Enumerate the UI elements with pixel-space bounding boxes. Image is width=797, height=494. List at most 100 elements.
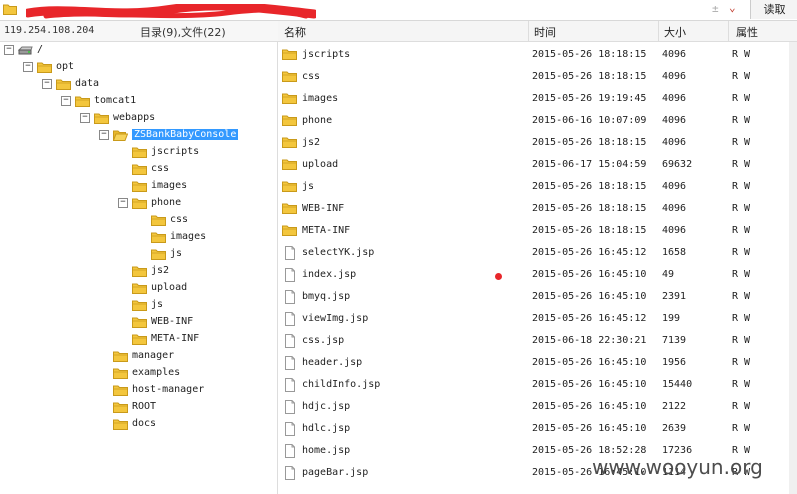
tree-node-label: examples (132, 367, 181, 378)
tree-toggle[interactable]: − (99, 130, 109, 140)
tree-node[interactable]: − webapps (0, 110, 277, 127)
file-row[interactable]: WEB-INF 2015-05-26 18:18:15 4096 R W (278, 198, 797, 220)
file-time: 2015-05-26 16:45:12 (532, 313, 647, 324)
file-name: index.jsp (302, 269, 357, 280)
file-size: 4096 (662, 93, 687, 104)
folder-icon (56, 78, 71, 90)
tree-node[interactable]: css (0, 212, 277, 229)
file-size: 1956 (662, 357, 687, 368)
file-name: images (302, 93, 339, 104)
file-row[interactable]: css.jsp 2015-06-18 22:30:21 7139 R W (278, 330, 797, 352)
file-list[interactable]: 名称 时间 大小 属性 jscripts 2015-05-26 18:18:15 4… (278, 21, 797, 494)
file-row[interactable]: childInfo.jsp 2015-05-26 16:45:10 15440 R W (278, 374, 797, 396)
file-name: js (302, 181, 315, 192)
file-row[interactable]: images 2015-05-26 19:19:45 4096 R W (278, 88, 797, 110)
tree-toggle[interactable]: − (80, 113, 90, 123)
file-name: phone (302, 115, 333, 126)
vertical-scrollbar[interactable] (789, 42, 797, 494)
file-row[interactable]: bmyq.jsp 2015-05-26 16:45:10 2391 R W (278, 286, 797, 308)
column-name[interactable]: 名称 (284, 24, 306, 40)
file-row[interactable]: hdlc.jsp 2015-05-26 16:45:10 2639 R W (278, 418, 797, 440)
file-row[interactable]: js 2015-05-26 18:18:15 4096 R W (278, 176, 797, 198)
plus-minus-icon[interactable]: ± (712, 2, 719, 15)
column-attr[interactable]: 属性 (736, 24, 758, 40)
tree-node[interactable]: WEB-INF (0, 314, 277, 331)
tree-toggle[interactable]: − (4, 45, 14, 55)
file-attr: R W (732, 137, 751, 148)
tree-toggle[interactable]: − (61, 96, 71, 106)
tree-node[interactable]: − phone (0, 195, 277, 212)
file-attr: R W (732, 225, 751, 236)
tree-node-label: js (170, 248, 183, 259)
file-row[interactable]: viewImg.jsp 2015-05-26 16:45:12 199 R W (278, 308, 797, 330)
file-time: 2015-06-18 22:30:21 (532, 335, 647, 346)
tree-node[interactable]: examples (0, 365, 277, 382)
tree-node[interactable]: js (0, 297, 277, 314)
tree-node[interactable]: host-manager (0, 382, 277, 399)
folder-open-icon (113, 129, 128, 141)
file-row[interactable]: selectYK.jsp 2015-05-26 16:45:12 1658 R W (278, 242, 797, 264)
file-row[interactable]: jscripts 2015-05-26 18:18:15 4096 R W (278, 44, 797, 66)
watermark: www.wooyun.org (592, 455, 763, 479)
tree-node[interactable]: − tomcat1 (0, 93, 277, 110)
file-attr: R W (732, 291, 751, 302)
file-attr: R W (732, 93, 751, 104)
tree-node-label: ROOT (132, 401, 157, 412)
file-size: 15440 (662, 379, 693, 390)
tree-node-label: host-manager (132, 384, 205, 395)
tree-node[interactable]: manager (0, 348, 277, 365)
tree-node[interactable]: jscripts (0, 144, 277, 161)
folder-icon (282, 136, 298, 150)
directory-tree[interactable]: − / − opt − data − tomcat1− webapps − ZSBankBabyCo… (0, 42, 278, 494)
tree-node[interactable]: − / (0, 42, 277, 59)
file-row[interactable]: META-INF 2015-05-26 18:18:15 4096 R W (278, 220, 797, 242)
tree-node[interactable]: js2 (0, 263, 277, 280)
file-name: home.jsp (302, 445, 351, 456)
file-row[interactable]: header.jsp 2015-05-26 16:45:10 1956 R W (278, 352, 797, 374)
chevron-down-icon[interactable]: ⌄ (729, 1, 736, 14)
file-row[interactable]: phone 2015-06-16 10:07:09 4096 R W (278, 110, 797, 132)
tree-toggle[interactable]: − (118, 198, 128, 208)
tree-node[interactable]: − ZSBankBabyConsole (0, 127, 277, 144)
folder-icon (75, 95, 90, 107)
folder-icon (282, 158, 298, 172)
file-size: 4096 (662, 115, 687, 126)
tree-node[interactable]: js (0, 246, 277, 263)
file-attr: R W (732, 401, 751, 412)
tree-node-label: images (151, 180, 188, 191)
tree-node[interactable]: css (0, 161, 277, 178)
column-divider[interactable] (658, 21, 659, 41)
tree-node[interactable]: upload (0, 280, 277, 297)
column-divider[interactable] (528, 21, 529, 41)
redaction-scribble (26, 4, 316, 19)
read-button[interactable]: 读取 (750, 0, 797, 19)
file-row[interactable]: css 2015-05-26 18:18:15 4096 R W (278, 66, 797, 88)
column-size[interactable]: 大小 (664, 24, 686, 40)
file-row[interactable]: upload 2015-06-17 15:04:59 69632 R W (278, 154, 797, 176)
tree-node[interactable]: ROOT (0, 399, 277, 416)
file-attr: R W (732, 159, 751, 170)
tree-node[interactable]: − data (0, 76, 277, 93)
file-time: 2015-05-26 18:18:15 (532, 71, 647, 82)
file-row[interactable]: hdjc.jsp 2015-05-26 16:45:10 2122 R W (278, 396, 797, 418)
column-divider[interactable] (728, 21, 729, 41)
tree-node[interactable]: docs (0, 416, 277, 433)
file-row[interactable]: index.jsp 2015-05-26 16:45:10 49 R W (278, 264, 797, 286)
file-attr: R W (732, 181, 751, 192)
file-icon (282, 268, 298, 282)
tree-node[interactable]: images (0, 229, 277, 246)
tree-toggle[interactable]: − (42, 79, 52, 89)
file-time: 2015-05-26 19:19:45 (532, 93, 647, 104)
folder-icon (113, 401, 128, 413)
tree-node[interactable]: − opt (0, 59, 277, 76)
folder-icon (132, 180, 147, 192)
tree-node[interactable]: images (0, 178, 277, 195)
folder-icon (132, 333, 147, 345)
column-time[interactable]: 时间 (534, 24, 556, 40)
folder-icon (151, 248, 166, 260)
host-ip: 119.254.108.204 (4, 25, 95, 36)
file-row[interactable]: js2 2015-05-26 18:18:15 4096 R W (278, 132, 797, 154)
tree-toggle[interactable]: − (23, 62, 33, 72)
folder-icon (282, 70, 298, 84)
tree-node[interactable]: META-INF (0, 331, 277, 348)
